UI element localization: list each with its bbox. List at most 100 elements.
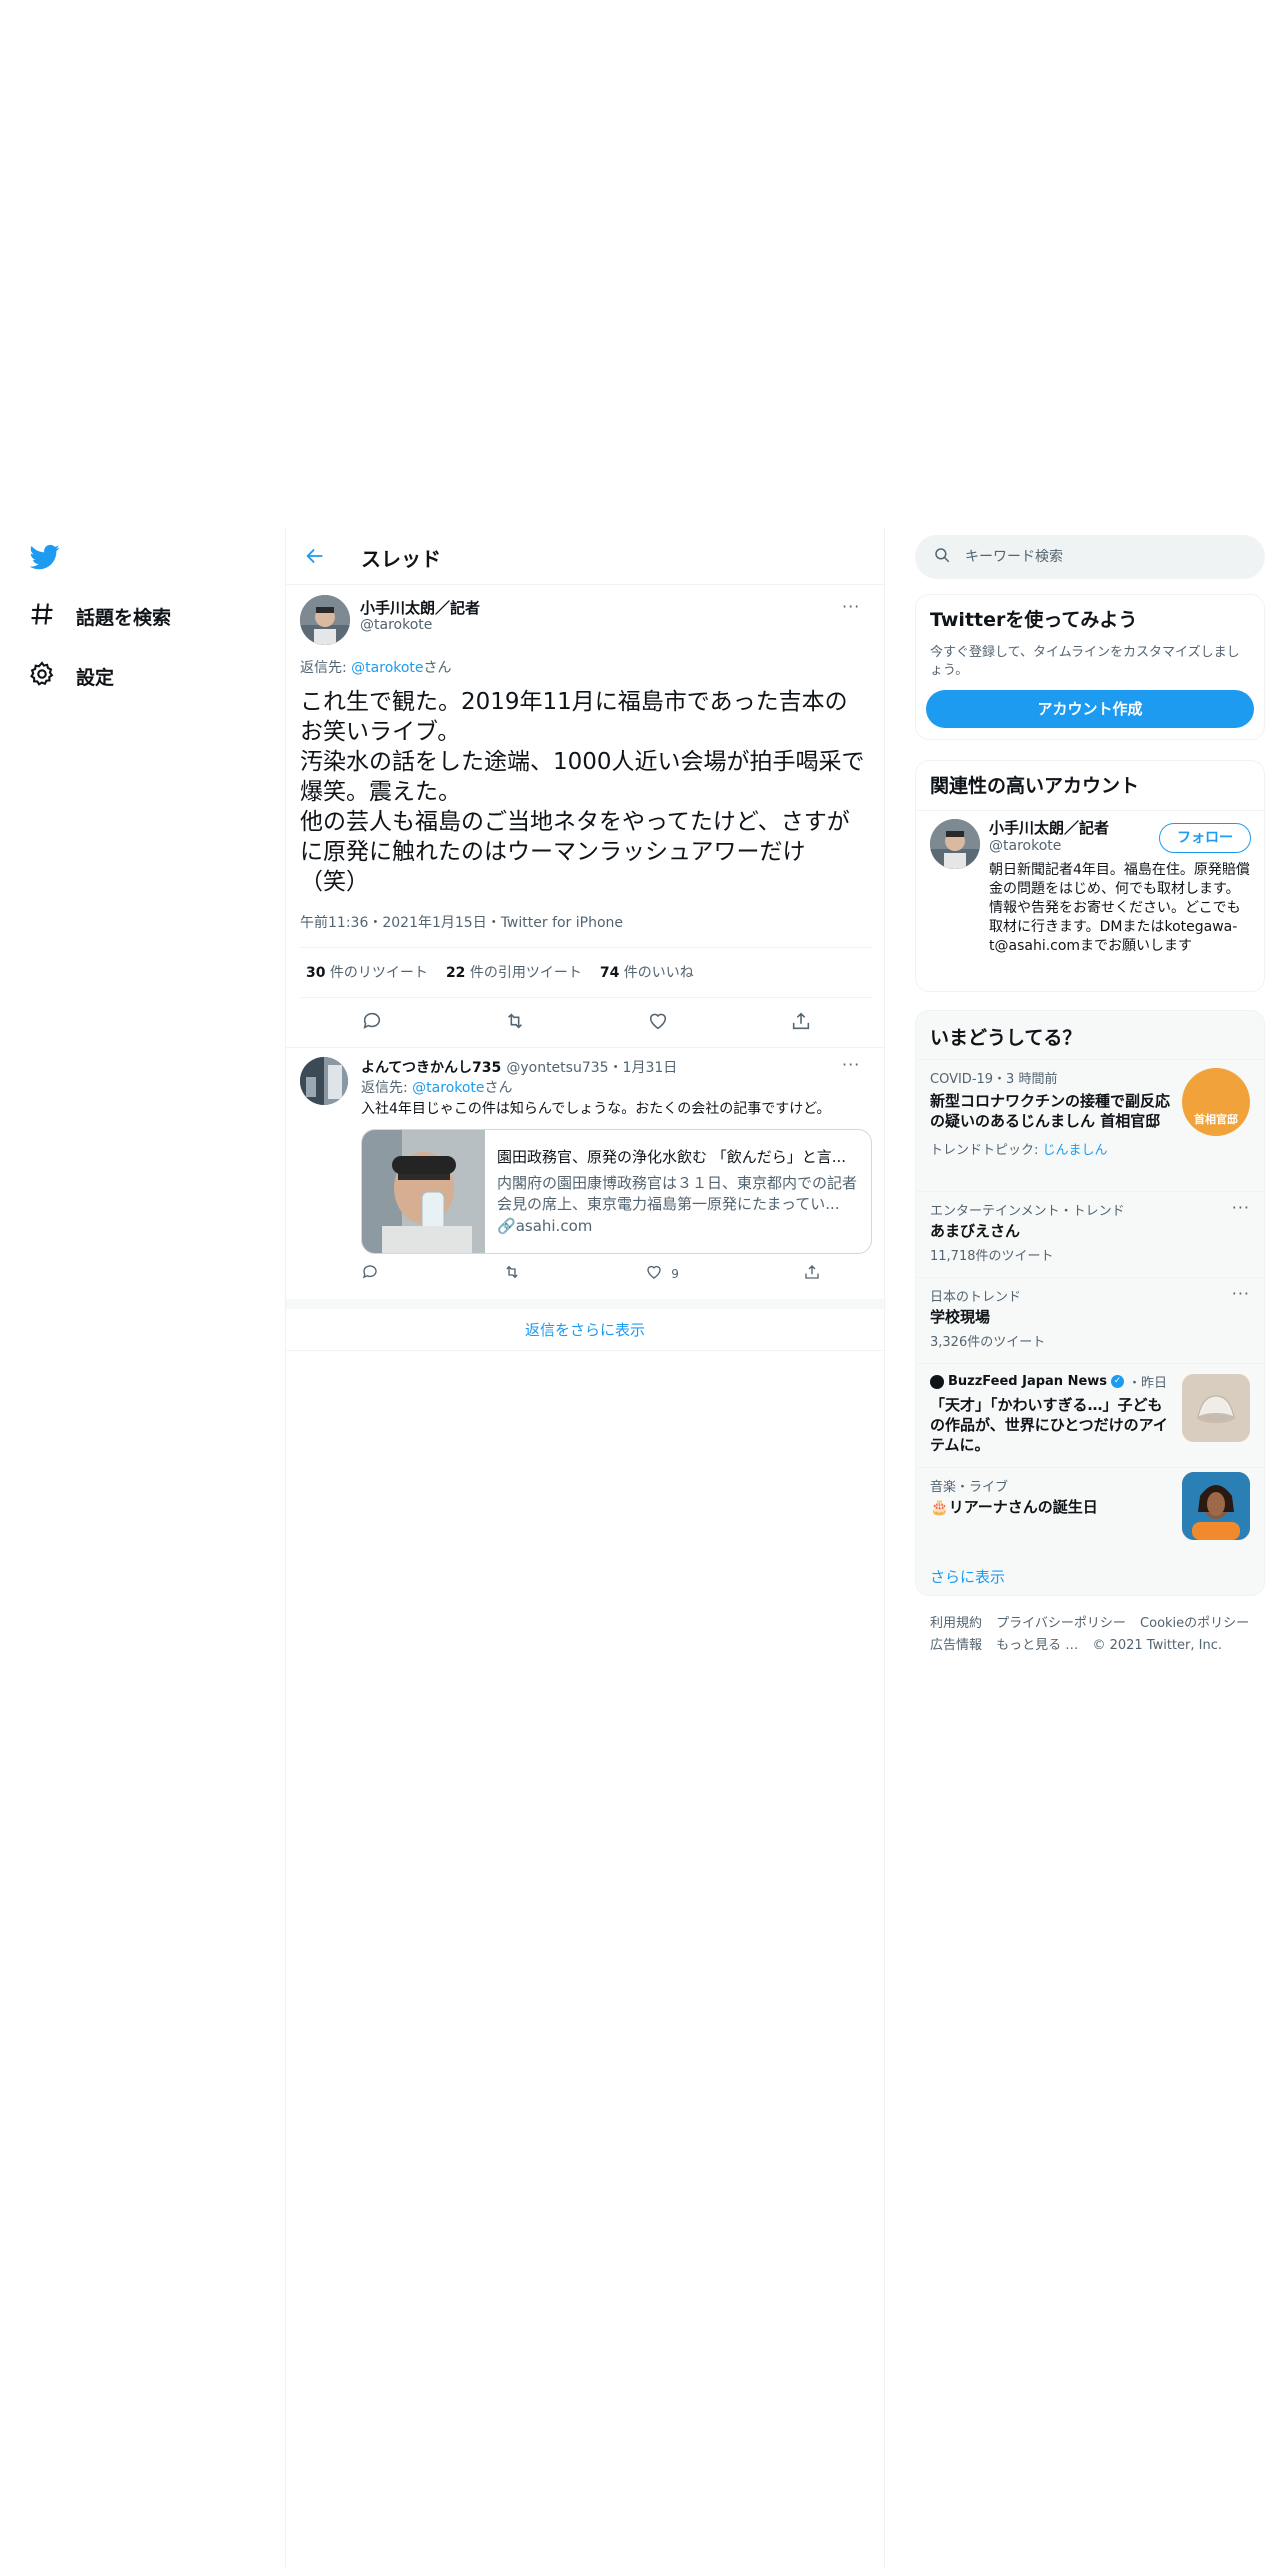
trend-topic-link[interactable]: じんましん (1043, 1143, 1108, 1158)
news-item[interactable]: BuzzFeed Japan News ✓ ・昨日 「天才」「かわいすぎる…」子… (916, 1363, 1264, 1467)
more-options-icon[interactable]: ··· (1232, 1198, 1250, 1217)
share-icon[interactable] (790, 1010, 812, 1036)
trends-panel: いまどうしてる？ COVID-19・3 時間前 新型コロナワクチンの接種で副反応… (915, 1010, 1265, 1596)
retweet-icon[interactable] (504, 1010, 526, 1036)
divider (300, 997, 872, 998)
retweet-count[interactable]: 30 件のリツイート (306, 962, 428, 982)
back-arrow-icon[interactable] (300, 541, 330, 571)
account-handle[interactable]: @tarokote (989, 838, 1061, 854)
trend-title: リアーナさんの誕生日 (948, 1498, 1098, 1516)
nav-item-settings[interactable]: 設定 (28, 656, 114, 696)
nav-item-explore[interactable]: 話題を検索 (28, 596, 171, 636)
trend-title: あまびえさん (930, 1222, 1021, 1240)
footer-link-ads[interactable]: 広告情報 (930, 1638, 982, 1653)
reply-to-handle[interactable]: @tarokote (351, 660, 423, 676)
reply-author-line: よんてつきかんし735 @yontetsu735・1月31日 (361, 1057, 677, 1077)
show-more-replies-link[interactable]: 返信をさらに表示 (286, 1299, 884, 1351)
show-more-trends-link[interactable]: さらに表示 (930, 1566, 1005, 1587)
reply-to-line: 返信先: @tarokoteさん (361, 1077, 513, 1097)
author-name[interactable]: 小手川太朗／記者 (360, 597, 480, 618)
avatar[interactable] (300, 595, 350, 645)
footer-link-more[interactable]: もっと見る … (996, 1638, 1078, 1653)
search-input[interactable] (965, 549, 1235, 565)
like-button[interactable]: 9 (645, 1263, 679, 1285)
hashtag-icon (28, 600, 56, 633)
link-card-title: 園田政務官、原発の浄化水飲む 「飲んだら」と言... (497, 1148, 847, 1166)
share-icon[interactable] (803, 1263, 821, 1285)
thread-column: スレッド 小手川太朗／記者 @tarokote ··· 返信先: @taroko… (285, 527, 885, 2568)
related-accounts-panel: 関連性の高いアカウント 小手川太朗／記者 @tarokote フォロー 朝日新聞… (915, 760, 1265, 992)
divider (300, 947, 872, 948)
tweet-actions (300, 1010, 872, 1036)
tweet-text-line: 他の芸人も福島のご当地ネタをやってたけど、さすが (300, 809, 850, 835)
thread-header: スレッド (286, 527, 884, 585)
birthday-cake-icon: 🎂 (930, 1498, 949, 1516)
author-handle[interactable]: @tarokote (360, 617, 432, 633)
divider (286, 1047, 884, 1048)
tweet-date[interactable]: ・1月31日 (609, 1060, 678, 1076)
twitter-logo-icon[interactable] (28, 542, 62, 572)
search-box[interactable] (915, 535, 1265, 579)
reply-to-handle[interactable]: @tarokote (412, 1080, 484, 1096)
avatar[interactable] (300, 1057, 348, 1105)
tweet-text-line: 爆笑。震えた。 (300, 779, 461, 805)
news-title: 「天才」「かわいすぎる…」子どもの作品が、世界にひとつだけのアイテムに。 (930, 1396, 1168, 1454)
trend-item[interactable]: エンターテインメント・トレンド あまびえさん 11,718件のツイート ··· (916, 1191, 1264, 1277)
footer-link-privacy[interactable]: プライバシーポリシー (996, 1616, 1126, 1631)
link-card-domain: 🔗asahi.com (497, 1217, 593, 1235)
retweet-icon[interactable] (503, 1263, 521, 1285)
more-options-icon[interactable]: ··· (842, 1055, 860, 1074)
account-bio: 朝日新聞記者4年目。福島在住。原発賠償金の問題をはじめ、何でも取材します。情報や… (989, 862, 1250, 954)
tweet-stats: 30 件のリツイート 22 件の引用ツイート 74 件のいいね (306, 962, 694, 982)
account-name[interactable]: 小手川太朗／記者 (989, 817, 1109, 838)
like-count[interactable]: 74 件のいいね (600, 962, 694, 982)
search-icon (933, 546, 951, 568)
tweet-timestamp[interactable]: 午前11:36・2021年1月15日・Twitter for iPhone (300, 912, 623, 932)
create-account-button[interactable]: アカウント作成 (926, 690, 1254, 728)
link-card[interactable]: 園田政務官、原発の浄化水飲む 「飲んだら」と言... 内閣府の園田康博政務官は３… (361, 1129, 872, 1254)
more-options-icon[interactable]: ··· (1232, 1284, 1250, 1303)
trend-meta: エンターテインメント・トレンド (930, 1204, 1125, 1219)
reply-to-prefix: 返信先: (300, 660, 352, 676)
tweet-text-line: 汚染水の話をした途端、1000人近い会場が拍手喝采で (300, 749, 865, 775)
reply-actions: 9 (361, 1263, 821, 1285)
trend-thumbnail (1182, 1472, 1250, 1540)
author-handle[interactable]: @yontetsu735 (506, 1060, 608, 1076)
link-card-text: 園田政務官、原発の浄化水飲む 「飲んだら」と言... 内閣府の園田康博政務官は３… (485, 1130, 871, 1253)
author-name[interactable]: よんてつきかんし735 (361, 1060, 501, 1076)
trend-item[interactable]: 日本のトレンド 学校現場 3,326件のツイート ··· (916, 1277, 1264, 1363)
avatar[interactable] (930, 819, 980, 869)
reply-icon[interactable] (361, 1010, 383, 1036)
prime-minister-office-badge-icon: 首相官邸 (1182, 1068, 1250, 1136)
buzzfeed-logo-icon (930, 1374, 944, 1389)
trend-meta: 日本のトレンド (930, 1290, 1022, 1305)
more-options-icon[interactable]: ··· (842, 597, 860, 616)
tweet-text: これ生で観た。2019年11月に福島市であった吉本の お笑いライブ。 汚染水の話… (300, 687, 872, 897)
reply-to-line: 返信先: @tarokoteさん (300, 657, 452, 677)
like-icon[interactable] (647, 1010, 669, 1036)
footer-copyright: © 2021 Twitter, Inc. (1092, 1638, 1222, 1653)
quote-count[interactable]: 22 件の引用ツイート (446, 962, 582, 982)
signup-title: Twitterを使ってみよう (930, 609, 1138, 631)
trend-item[interactable]: 音楽・ライブ 🎂リアーナさんの誕生日 (916, 1467, 1264, 1547)
reply-icon[interactable] (361, 1263, 379, 1285)
page-title: スレッド (361, 547, 441, 571)
reply-text: 入社4年目じゃこの件は知らんでしょうな。おたくの会社の記事ですけど。 (361, 1101, 831, 1117)
footer-link-terms[interactable]: 利用規約 (930, 1616, 982, 1631)
reply-to-suffix: さん (423, 660, 452, 676)
reply-to-suffix: さん (484, 1080, 513, 1096)
link-card-image (362, 1130, 485, 1253)
link-card-description: 内閣府の園田康博政務官は３１日、東京都内での記者会見の席上、東京電力福島第一原発… (497, 1174, 858, 1213)
trend-count: 3,326件のツイート (930, 1335, 1046, 1350)
nav-item-settings-label: 設定 (76, 666, 115, 689)
gear-icon (28, 660, 56, 693)
tweet-text-line: これ生で観た。2019年11月に福島市であった吉本の (300, 689, 848, 715)
trends-title: いまどうしてる？ (930, 1027, 1082, 1049)
trend-item[interactable]: COVID-19・3 時間前 新型コロナワクチンの接種で副反応の疑いのあるじんま… (916, 1059, 1264, 1191)
follow-button[interactable]: フォロー (1159, 823, 1251, 853)
like-icon (645, 1263, 663, 1285)
related-accounts-title: 関連性の高いアカウント (916, 761, 1264, 811)
signup-panel: Twitterを使ってみよう 今すぐ登録して、タイムラインをカスタマイズしましょ… (915, 594, 1265, 740)
footer-link-cookies[interactable]: Cookieのポリシー (1140, 1616, 1249, 1631)
tweet-text-line: お笑いライブ。 (300, 719, 461, 745)
